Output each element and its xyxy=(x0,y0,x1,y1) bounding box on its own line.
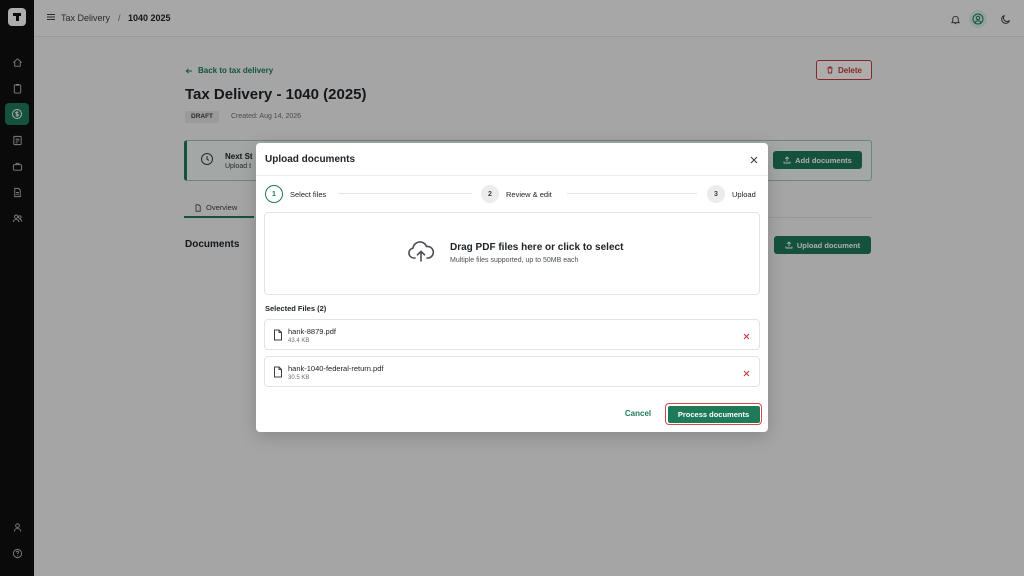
file-size: 43.4 KB xyxy=(288,338,310,344)
close-icon xyxy=(743,370,749,376)
step-2-indicator: 2 xyxy=(481,185,499,203)
step-1-indicator: 1 xyxy=(265,185,283,203)
file-name: hank-1040-federal-return.pdf xyxy=(288,364,384,373)
file-icon xyxy=(273,329,283,341)
step-2-label: Review & edit xyxy=(506,190,552,199)
remove-file-button[interactable] xyxy=(740,330,752,342)
step-connector xyxy=(567,193,697,194)
step-connector xyxy=(338,193,472,194)
step-3-indicator: 3 xyxy=(707,185,725,203)
file-item: hank-8879.pdf 43.4 KB xyxy=(264,319,760,350)
file-name: hank-8879.pdf xyxy=(288,327,336,336)
modal-title: Upload documents xyxy=(265,154,356,165)
selected-files-label: Selected Files (2) xyxy=(265,304,327,313)
process-documents-button[interactable]: Process documents xyxy=(665,403,762,425)
file-item: hank-1040-federal-return.pdf 30.5 KB xyxy=(264,356,760,387)
step-1-label: Select files xyxy=(290,190,327,199)
dropzone-subtitle: Multiple files supported, up to 50MB eac… xyxy=(450,257,579,264)
close-icon xyxy=(743,333,749,339)
upload-documents-modal: Upload documents 1 Select files 2 Review… xyxy=(256,143,768,432)
cloud-upload-icon xyxy=(407,241,435,263)
file-icon xyxy=(273,366,283,378)
process-documents-label: Process documents xyxy=(667,405,760,423)
close-button[interactable] xyxy=(747,153,761,167)
remove-file-button[interactable] xyxy=(740,367,752,379)
file-size: 30.5 KB xyxy=(288,375,310,381)
file-dropzone[interactable]: Drag PDF files here or click to select M… xyxy=(264,212,760,295)
step-3-label: Upload xyxy=(732,190,756,199)
dropzone-title: Drag PDF files here or click to select xyxy=(450,242,624,253)
cancel-button[interactable]: Cancel xyxy=(618,404,658,422)
close-icon xyxy=(750,156,758,164)
modal-divider xyxy=(256,175,768,176)
